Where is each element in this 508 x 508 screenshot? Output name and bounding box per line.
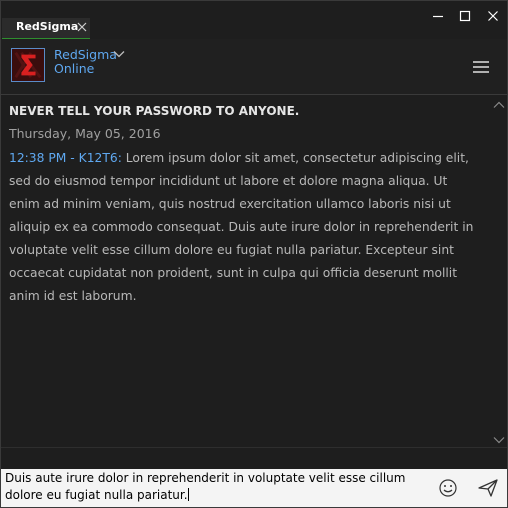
send-icon[interactable] <box>477 478 499 498</box>
message-timestamp-sender: 12:38 PM - K12T6 <box>9 151 118 165</box>
smiley-icon[interactable] <box>438 478 458 498</box>
chevron-down-icon[interactable] <box>493 435 505 445</box>
tab-redsigma[interactable]: RedSigma <box>2 18 90 40</box>
close-icon[interactable] <box>485 8 501 24</box>
contact-header: RedSigma Online <box>1 39 507 95</box>
tab-label: RedSigma <box>16 20 79 33</box>
date-separator: Thursday, May 05, 2016 <box>9 126 161 141</box>
title-bar: RedSigma <box>1 1 507 40</box>
message-separator: : <box>117 151 126 165</box>
compose-divider <box>1 447 507 470</box>
message-list[interactable]: NEVER TELL YOUR PASSWORD TO ANYONE. Thur… <box>1 95 507 447</box>
chevron-up-icon[interactable] <box>493 100 505 110</box>
message-input[interactable]: Duis aute irure dolor in reprehenderit i… <box>5 470 425 504</box>
contact-name: RedSigma <box>54 47 117 62</box>
message-text: Lorem ipsum dolor sit amet, consectetur … <box>9 151 474 303</box>
chat-window: RedSigma RedSigma Online NEVER TELL YOUR… <box>0 0 508 508</box>
avatar[interactable] <box>11 48 45 82</box>
security-warning: NEVER TELL YOUR PASSWORD TO ANYONE. <box>9 104 300 118</box>
maximize-icon[interactable] <box>457 8 473 24</box>
chevron-down-icon[interactable] <box>113 49 125 59</box>
text-caret <box>187 488 189 501</box>
minimize-icon[interactable] <box>430 8 446 24</box>
hamburger-menu-icon[interactable] <box>472 60 490 74</box>
close-icon[interactable] <box>76 21 88 33</box>
message-item: 12:38 PM - K12T6: Lorem ipsum dolor sit … <box>9 147 479 308</box>
compose-bar: Duis aute irure dolor in reprehenderit i… <box>1 469 507 507</box>
contact-status: Online <box>54 61 95 76</box>
message-input-text: Duis aute irure dolor in reprehenderit i… <box>5 471 406 502</box>
